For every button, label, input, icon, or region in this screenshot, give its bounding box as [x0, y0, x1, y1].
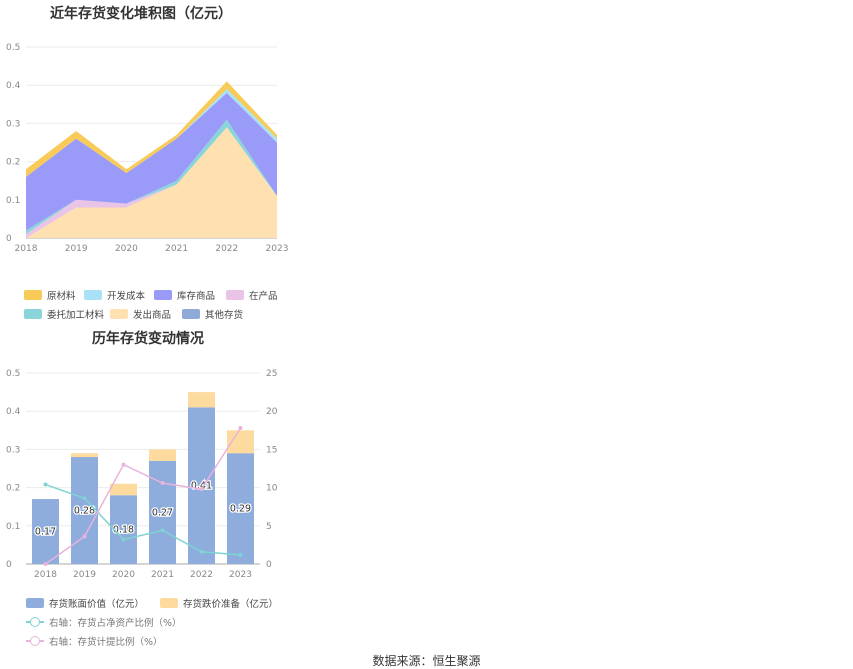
legend-swatch — [110, 309, 128, 319]
line-point — [121, 462, 126, 467]
y-tick-label: 0.5 — [6, 369, 20, 379]
legend-swatch — [26, 598, 44, 608]
line-point — [43, 482, 48, 487]
legend-swatch — [24, 309, 42, 319]
bar-data-label: 0.29 — [230, 504, 251, 515]
legend-label: 存货跌价准备（亿元） — [183, 599, 279, 610]
x-tick-label: 2023 — [229, 570, 252, 580]
x-tick-label: 2019 — [73, 570, 96, 580]
line-point — [121, 537, 126, 542]
legend-item[interactable]: 右轴：存货计提比例（%） — [26, 634, 163, 648]
line-point — [238, 426, 243, 431]
legend-swatch — [182, 309, 200, 319]
legend-label: 在产品 — [249, 291, 278, 302]
x-tick-label: 2021 — [151, 570, 174, 580]
y-tick-label: 0.3 — [6, 119, 20, 129]
x-tick-label: 2022 — [215, 244, 238, 254]
chart2-plot: 0 0.1 0.2 0.3 0.4 0.5 0 5 10 15 20 25 2018 2019 2020 20… — [6, 369, 278, 580]
legend-label: 原材料 — [47, 291, 76, 302]
y-tick-label: 0.5 — [6, 43, 20, 53]
y-tick-label: 0 — [6, 560, 12, 570]
x-tick-label: 2023 — [266, 244, 289, 254]
line-point — [82, 534, 87, 539]
legend-item[interactable]: 存货账面价值（亿元） — [26, 596, 144, 610]
x-tick-label: 2022 — [190, 570, 213, 580]
legend-swatch — [26, 636, 44, 646]
line-point — [238, 552, 243, 557]
y-tick-label: 0.2 — [6, 158, 20, 168]
legend-item[interactable]: 发出商品 — [110, 307, 171, 321]
legend-item[interactable]: 委托加工材料 — [24, 307, 104, 321]
legend-item[interactable]: 其他存货 — [182, 307, 243, 321]
legend-item[interactable]: 原材料 — [24, 288, 76, 302]
y2-tick-label: 25 — [266, 369, 277, 379]
legend-swatch — [26, 617, 44, 627]
x-tick-label: 2019 — [65, 244, 88, 254]
legend-label: 开发成本 — [107, 291, 146, 302]
legend-label: 右轴：存货占净资产比例（%） — [49, 618, 182, 629]
bar-impairment — [71, 453, 98, 458]
legend-swatch — [226, 290, 244, 300]
legend-item[interactable]: 库存商品 — [154, 288, 215, 302]
legend-swatch — [84, 290, 102, 300]
line-point — [160, 528, 165, 533]
legend-label: 发出商品 — [133, 310, 172, 321]
x-tick-label: 2018 — [34, 570, 57, 580]
y2-tick-label: 0 — [266, 560, 272, 570]
bar-impairment — [188, 392, 215, 408]
bar-impairment — [110, 483, 137, 496]
line-point — [82, 496, 87, 501]
line-point — [160, 481, 165, 486]
legend-swatch — [24, 290, 42, 300]
legend-label: 库存商品 — [177, 291, 216, 302]
y2-tick-label: 10 — [266, 484, 278, 494]
y-tick-label: 0.4 — [6, 81, 21, 91]
chart1-title: 近年存货变化堆积图（亿元） — [50, 6, 232, 22]
x-tick-label: 2020 — [115, 244, 138, 254]
legend-label: 委托加工材料 — [47, 310, 105, 321]
chart2-legend: 存货账面价值（亿元） 存货跌价准备（亿元） 右轴：存货占净资产比例（%） 右轴：存货计… — [0, 592, 320, 652]
legend-label: 右轴：存货计提比例（%） — [49, 637, 163, 648]
line-point — [43, 562, 48, 566]
y-tick-label: 0.1 — [6, 196, 20, 206]
y2-tick-label: 15 — [266, 445, 277, 455]
y-tick-label: 0.1 — [6, 522, 20, 532]
bar-data-label: 0.27 — [152, 507, 173, 518]
legend-swatch — [160, 598, 178, 608]
x-tick-label: 2021 — [165, 244, 188, 254]
bar-impairment — [149, 449, 176, 461]
y2-tick-label: 20 — [266, 407, 278, 417]
legend-label: 其他存货 — [205, 310, 244, 321]
legend-item[interactable]: 存货跌价准备（亿元） — [160, 596, 278, 610]
bar-data-label: 0.18 — [113, 525, 134, 536]
chart2-title: 历年存货变动情况 — [92, 331, 204, 347]
y-tick-label: 0.3 — [6, 445, 20, 455]
line-point — [199, 549, 204, 554]
x-tick-label: 2018 — [15, 244, 38, 254]
legend-label: 存货账面价值（亿元） — [49, 599, 145, 610]
y-tick-label: 0 — [6, 234, 12, 244]
y-tick-label: 0.4 — [6, 407, 21, 417]
legend-item[interactable]: 开发成本 — [84, 288, 145, 302]
data-source-note: 数据来源：恒生聚源 — [372, 654, 481, 668]
chart1-legend: 原材料 开发成本 库存商品 在产品委托加工材料 发出商品 其他存货 — [0, 282, 320, 322]
legend-item[interactable]: 在产品 — [226, 288, 278, 302]
y2-tick-label: 5 — [266, 522, 272, 532]
bar-data-label: 0.17 — [35, 527, 56, 538]
legend-item[interactable]: 右轴：存货占净资产比例（%） — [26, 615, 182, 629]
y-tick-label: 0.2 — [6, 484, 20, 494]
line-point — [199, 487, 204, 492]
legend-swatch — [154, 290, 172, 300]
chart1-plot: 0 0.1 0.2 0.3 0.4 0.5 2018 2019 2020 2021 2022 2023 — [6, 43, 289, 254]
x-tick-label: 2020 — [112, 570, 135, 580]
